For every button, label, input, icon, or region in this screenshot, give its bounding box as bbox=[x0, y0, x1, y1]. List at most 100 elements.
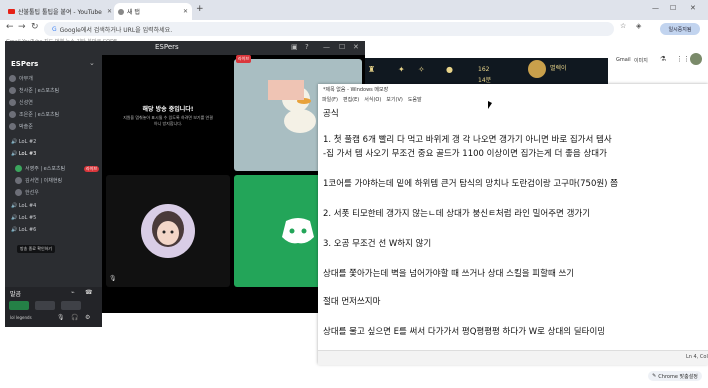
tab-label: 새 탭 bbox=[127, 9, 140, 16]
maximize-icon[interactable]: ☐ bbox=[339, 43, 345, 51]
avatar bbox=[9, 75, 16, 82]
text-line: 절대 먼저쓰지마 bbox=[323, 297, 381, 307]
extension-icon[interactable]: ◈ bbox=[636, 22, 641, 30]
screen-share-button[interactable] bbox=[35, 301, 55, 310]
tab-new[interactable]: 새 탭 ✕ bbox=[114, 3, 192, 20]
text-line: 1코어를 가야하는데 밑에 하위템 큰거 탐식의 망치나 도란검이랑 고구마(7… bbox=[323, 179, 619, 189]
user-avatar-icon bbox=[141, 204, 195, 258]
maximize-icon[interactable]: ☐ bbox=[670, 4, 676, 12]
channel-name: LoL #2 bbox=[18, 139, 37, 145]
menu-view[interactable]: 보기(V) bbox=[386, 96, 403, 103]
tab-youtube[interactable]: 산불툴팁 툴팁을 붙여 - YouTube ✕ bbox=[4, 3, 116, 20]
champion-icon: ♜ bbox=[368, 65, 376, 74]
disconnect-icon[interactable]: ☎ bbox=[85, 289, 92, 296]
member-name: 한선우 bbox=[25, 190, 39, 196]
channel-name: LoL #3 bbox=[18, 151, 37, 157]
user-name: 말곰 bbox=[10, 291, 22, 298]
voice-channel[interactable]: 🔊 LoL #6 bbox=[11, 227, 36, 233]
avatar bbox=[15, 165, 22, 172]
text-line: 상대를 물고 싶으면 E를 써서 다가가서 평Q평평평 하다가 W로 상대의 딜… bbox=[323, 327, 606, 337]
forward-icon[interactable]: → bbox=[18, 22, 26, 32]
voice-channel[interactable]: 🔊 LoL #2 bbox=[11, 139, 36, 145]
pencil-icon: ✎ bbox=[652, 373, 657, 379]
user-panel: 말곰 ⌁ ☎ lol legends 🎙 🎧 ⚙ bbox=[5, 287, 102, 327]
gear-icon[interactable]: ⚙ bbox=[85, 314, 90, 321]
help-icon[interactable]: ? bbox=[305, 43, 309, 51]
member-item[interactable]: 천사준 | e스포츠팀 bbox=[9, 85, 99, 96]
member-item[interactable]: 아무개 bbox=[9, 73, 99, 84]
voice-channel-active[interactable]: 🔊 LoL #3 bbox=[11, 151, 36, 157]
item-icon: ✦ bbox=[398, 65, 405, 74]
background-window-fragment bbox=[268, 80, 304, 100]
activity-button[interactable] bbox=[61, 301, 81, 310]
chevron-down-icon[interactable]: ⌄ bbox=[89, 59, 95, 67]
menu-help[interactable]: 도움말 bbox=[408, 96, 422, 103]
microphone-icon[interactable]: 🎙 bbox=[57, 314, 65, 321]
profile-button[interactable]: 일시중지됨 bbox=[660, 23, 700, 35]
customize-chrome-button[interactable]: ✎ Chrome 맞춤설정 bbox=[648, 371, 702, 381]
minimize-icon[interactable]: — bbox=[652, 4, 659, 12]
member-name: 김서연 | 이채현링 bbox=[25, 178, 63, 184]
video-tile-avatar[interactable]: 🎙 bbox=[106, 175, 230, 287]
member-item[interactable]: 신성연 bbox=[9, 97, 99, 108]
window-title: ESPers bbox=[155, 43, 179, 51]
text-line: 2. 서폿 티모한테 갱가지 않는ㄴ데 상대가 붕신ㅌ처럼 라인 밀어주면 갱가… bbox=[323, 209, 591, 219]
stream-message-tile[interactable]: 해당 방송 중입니다! 지원을 멈춰놓아 표시될 수 있도록 하려면 보기를 연… bbox=[106, 59, 230, 171]
new-tab-button[interactable]: + bbox=[196, 4, 204, 14]
avatar bbox=[15, 177, 22, 184]
coin-icon: ● bbox=[446, 65, 453, 74]
voice-member[interactable]: 서영주 | e스포츠팀 라이브 bbox=[15, 163, 99, 174]
notepad-title: *제목 없음 - Windows 메모장 bbox=[323, 87, 389, 93]
text-line: 1. 첫 풀캠 6개 빨리 다 먹고 바위게 갱 각 나오면 갱가기 아니면 바… bbox=[323, 135, 612, 145]
user-status: lol legends bbox=[10, 315, 32, 320]
avatar bbox=[15, 189, 22, 196]
avatar bbox=[9, 123, 16, 130]
youtube-icon bbox=[8, 9, 15, 14]
text-line: 상대를 쫓아가는데 벽을 넘어가야할 때 쓰거나 상대 스킬을 피할때 쓰기 bbox=[323, 269, 575, 279]
channel-sidebar: ESPers ⌄ 아무개 천사준 | e스포츠팀 신성연 조은준 | e스포츠팀… bbox=[5, 55, 102, 327]
voice-channel[interactable]: 🔊 LoL #4 bbox=[11, 203, 36, 209]
camera-button[interactable] bbox=[9, 301, 29, 310]
menu-file[interactable]: 파일(F) bbox=[322, 96, 338, 103]
voice-channel[interactable]: 🔊 LoL #5 bbox=[11, 215, 36, 221]
stream-message-body: 지원을 멈춰놓아 표시될 수 있도록 하려면 보기를 연결 아니 방지합니다. bbox=[123, 114, 213, 126]
star-icon[interactable]: ☆ bbox=[620, 22, 626, 30]
server-name[interactable]: ESPers bbox=[11, 60, 38, 68]
close-icon[interactable]: ✕ bbox=[107, 8, 112, 15]
minimize-icon[interactable]: — bbox=[323, 43, 330, 51]
text-line: 3. 오공 무조건 선 W하지 않기 bbox=[323, 239, 432, 249]
menu-format[interactable]: 서식(O) bbox=[364, 96, 381, 103]
flask-icon[interactable]: ⚗ bbox=[660, 55, 666, 63]
member-item[interactable]: 박솔준 bbox=[9, 121, 99, 132]
member-name: 신성연 bbox=[19, 100, 33, 106]
espers-titlebar: ESPers ▣ ? — ☐ ✕ bbox=[5, 41, 365, 55]
member-name: 천사준 | e스포츠팀 bbox=[19, 88, 60, 94]
close-icon[interactable]: ✕ bbox=[183, 8, 188, 15]
channel-name: LoL #4 bbox=[18, 203, 37, 209]
menu-edit[interactable]: 편집(E) bbox=[343, 96, 359, 103]
live-badge: 라이브 bbox=[236, 55, 252, 63]
voice-member[interactable]: 한선우 bbox=[15, 187, 99, 198]
apps-grid-icon[interactable]: ⋮⋮ bbox=[676, 55, 690, 63]
images-link[interactable]: 이미지 bbox=[634, 57, 648, 64]
member-item[interactable]: 조은준 | e스포츠팀 bbox=[9, 109, 99, 120]
headphones-icon[interactable]: 🎧 bbox=[71, 314, 78, 321]
member-name: 아무개 bbox=[19, 76, 33, 82]
omnibox-placeholder: Google에서 검색하거나 URL을 입력하세요. bbox=[59, 26, 173, 34]
player-name: 멸렉이 bbox=[550, 65, 567, 72]
voice-member[interactable]: 김서연 | 이채현링 bbox=[15, 175, 99, 186]
reload-icon[interactable]: ↻ bbox=[31, 22, 39, 32]
avatar[interactable] bbox=[690, 53, 702, 65]
gmail-link[interactable]: Gmail bbox=[616, 57, 631, 63]
time-stat: 14분 bbox=[478, 77, 492, 84]
back-icon[interactable]: ← bbox=[6, 22, 14, 32]
close-window-icon[interactable]: ✕ bbox=[690, 4, 696, 12]
inbox-icon[interactable]: ▣ bbox=[291, 43, 298, 51]
signal-icon[interactable]: ⌁ bbox=[71, 289, 75, 296]
avatar bbox=[9, 111, 16, 118]
close-icon[interactable]: ✕ bbox=[353, 43, 359, 51]
member-name: 서영주 | e스포츠팀 bbox=[25, 166, 66, 172]
avatar bbox=[9, 87, 16, 94]
omnibox-input[interactable]: G Google에서 검색하거나 URL을 입력하세요. bbox=[44, 22, 614, 36]
cursor-position: Ln 4, Col bbox=[686, 354, 708, 360]
